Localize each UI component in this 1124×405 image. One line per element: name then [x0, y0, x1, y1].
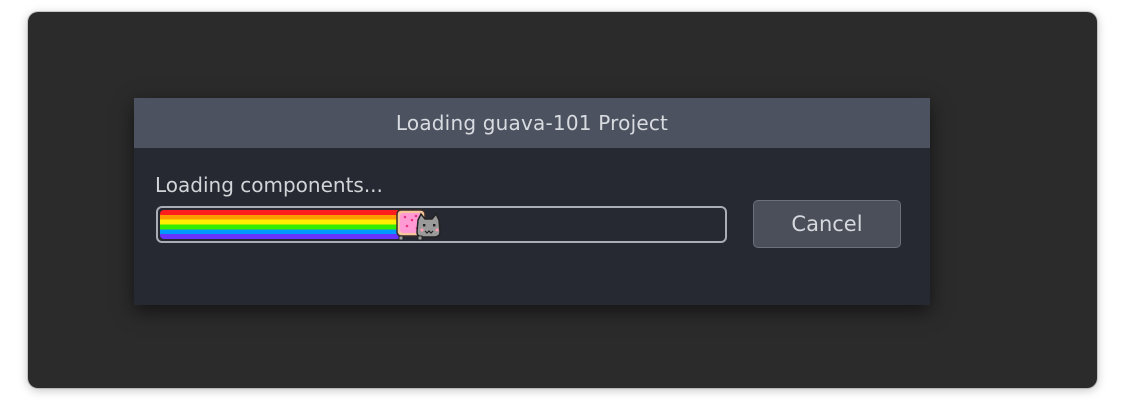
status-text: Loading components... — [155, 173, 383, 197]
cancel-button[interactable]: Cancel — [753, 200, 901, 248]
loading-dialog: Loading guava-101 Project Loading compon… — [134, 98, 930, 305]
progress-fill — [160, 210, 402, 239]
nyan-cat-icon — [396, 209, 441, 241]
progress-bar — [156, 206, 727, 243]
dialog-title: Loading guava-101 Project — [134, 98, 930, 148]
